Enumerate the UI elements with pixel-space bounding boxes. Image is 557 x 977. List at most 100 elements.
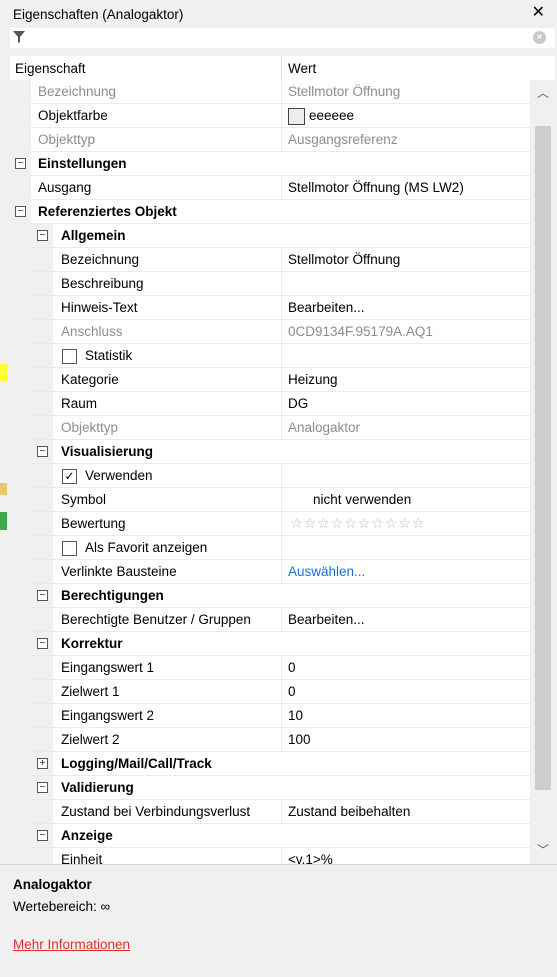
property-value[interactable]: 0: [288, 684, 296, 699]
property-name: Objektfarbe: [38, 108, 108, 123]
collapse-icon[interactable]: −: [15, 206, 26, 217]
row-indent: [31, 848, 53, 864]
collapse-icon[interactable]: −: [37, 782, 48, 793]
column-header-value[interactable]: Wert: [288, 61, 316, 76]
clear-filter-icon[interactable]: ×: [533, 31, 546, 44]
collapse-icon[interactable]: −: [37, 638, 48, 649]
property-value[interactable]: Zustand beibehalten: [288, 804, 410, 819]
scrollbar-thumb[interactable]: [535, 126, 551, 790]
rating-stars[interactable]: ☆☆☆☆☆☆☆☆☆☆: [290, 515, 426, 532]
collapse-icon[interactable]: −: [37, 590, 48, 601]
property-row[interactable]: Ausgang Stellmotor Öffnung (MS LW2): [10, 176, 530, 200]
property-row[interactable]: Objekttyp Ausgangsreferenz: [10, 128, 530, 152]
property-row[interactable]: Zielwert 2 100: [10, 728, 530, 752]
property-value[interactable]: Bearbeiten...: [288, 612, 365, 627]
row-gutter: [10, 704, 31, 728]
property-value[interactable]: 0CD9134F.95179A.AQ1: [288, 324, 433, 339]
collapse-icon[interactable]: −: [15, 158, 26, 169]
expand-icon[interactable]: +: [37, 758, 48, 769]
section-row[interactable]: − Visualisierung: [10, 440, 530, 464]
property-name: Validierung: [61, 780, 134, 795]
row-indent: [31, 536, 53, 560]
property-row[interactable]: Symbol nicht verwenden: [10, 488, 530, 512]
property-name: Berechtigte Benutzer / Gruppen: [61, 612, 251, 627]
property-row[interactable]: Als Favorit anzeigen: [10, 536, 530, 560]
property-value[interactable]: Heizung: [288, 372, 338, 387]
property-row[interactable]: Anschluss 0CD9134F.95179A.AQ1: [10, 320, 530, 344]
property-row[interactable]: ✓ Verwenden: [10, 464, 530, 488]
property-row[interactable]: Bewertung ☆☆☆☆☆☆☆☆☆☆: [10, 512, 530, 536]
row-indent: [31, 392, 53, 416]
property-row[interactable]: Eingangswert 2 10: [10, 704, 530, 728]
property-name: Bezeichnung: [38, 84, 117, 99]
property-name: Visualisierung: [61, 444, 154, 459]
property-row[interactable]: Einheit <v.1>%: [10, 848, 530, 864]
scroll-up-icon[interactable]: ︿: [537, 84, 549, 101]
row-gutter: [10, 632, 31, 656]
checkbox[interactable]: ✓: [62, 469, 77, 484]
property-value[interactable]: Stellmotor Öffnung (MS LW2): [288, 180, 464, 195]
row-gutter: [10, 464, 31, 488]
property-value[interactable]: 100: [288, 732, 311, 747]
property-value[interactable]: 10: [288, 708, 303, 723]
filter-input[interactable]: ×: [10, 28, 555, 48]
color-swatch[interactable]: [288, 108, 305, 125]
row-indent: [31, 680, 53, 704]
column-divider: [281, 512, 282, 536]
property-row[interactable]: Zustand bei Verbindungsverlust Zustand be…: [10, 800, 530, 824]
property-name: Einstellungen: [38, 156, 127, 171]
row-gutter: [10, 440, 31, 464]
section-row[interactable]: + Logging/Mail/Call/Track: [10, 752, 530, 776]
column-divider: [281, 728, 282, 752]
property-row[interactable]: Raum DG: [10, 392, 530, 416]
scroll-down-icon[interactable]: ﹀: [537, 841, 549, 858]
section-row[interactable]: − Einstellungen: [10, 152, 530, 176]
property-value[interactable]: Stellmotor Öffnung: [288, 84, 400, 99]
close-icon[interactable]: ✕: [532, 4, 545, 22]
property-value[interactable]: nicht verwenden: [313, 492, 411, 507]
property-value[interactable]: <v.1>%: [288, 852, 333, 864]
property-row[interactable]: Hinweis-Text Bearbeiten...: [10, 296, 530, 320]
collapse-icon[interactable]: −: [37, 230, 48, 241]
property-value[interactable]: eeeeee: [309, 108, 354, 123]
checkbox[interactable]: [62, 349, 77, 364]
column-divider[interactable]: [281, 56, 282, 80]
property-name: Anzeige: [61, 828, 113, 843]
section-row[interactable]: − Referenziertes Objekt: [10, 200, 530, 224]
property-row[interactable]: Bezeichnung Stellmotor Öffnung: [10, 248, 530, 272]
section-row[interactable]: − Korrektur: [10, 632, 530, 656]
section-row[interactable]: − Berechtigungen: [10, 584, 530, 608]
row-gutter: [10, 584, 31, 608]
property-row[interactable]: Beschreibung: [10, 272, 530, 296]
background-fragment: [0, 512, 7, 530]
property-row[interactable]: Objekttyp Analogaktor: [10, 416, 530, 440]
property-row[interactable]: Bezeichnung Stellmotor Öffnung: [10, 80, 530, 104]
funnel-icon[interactable]: [12, 30, 26, 44]
property-row[interactable]: Zielwert 1 0: [10, 680, 530, 704]
property-value[interactable]: Bearbeiten...: [288, 300, 365, 315]
column-header-property[interactable]: Eigenschaft: [15, 61, 86, 76]
collapse-icon[interactable]: −: [37, 446, 48, 457]
property-value[interactable]: 0: [288, 660, 296, 675]
property-row[interactable]: Objektfarbe eeeeee: [10, 104, 530, 128]
more-info-link[interactable]: Mehr Informationen: [13, 937, 130, 952]
collapse-icon[interactable]: −: [37, 830, 48, 841]
row-gutter: [10, 824, 31, 848]
select-blocks-link[interactable]: Auswählen...: [288, 564, 365, 579]
section-row[interactable]: − Validierung: [10, 776, 530, 800]
section-row[interactable]: − Anzeige: [10, 824, 530, 848]
checkbox[interactable]: [62, 541, 77, 556]
property-row[interactable]: Verlinkte Bausteine Auswählen...: [10, 560, 530, 584]
property-value[interactable]: DG: [288, 396, 308, 411]
property-value[interactable]: Ausgangsreferenz: [288, 132, 398, 147]
section-row[interactable]: − Allgemein: [10, 224, 530, 248]
property-row[interactable]: Berechtigte Benutzer / Gruppen Bearbeiten…: [10, 608, 530, 632]
vertical-scrollbar[interactable]: ︿ ﹀: [530, 80, 555, 864]
background-window-edge: [0, 28, 10, 864]
property-row[interactable]: Kategorie Heizung: [10, 368, 530, 392]
property-value[interactable]: Stellmotor Öffnung: [288, 252, 400, 267]
property-row[interactable]: Statistik: [10, 344, 530, 368]
row-gutter: [10, 128, 31, 152]
property-value[interactable]: Analogaktor: [288, 420, 360, 435]
property-row[interactable]: Eingangswert 1 0: [10, 656, 530, 680]
